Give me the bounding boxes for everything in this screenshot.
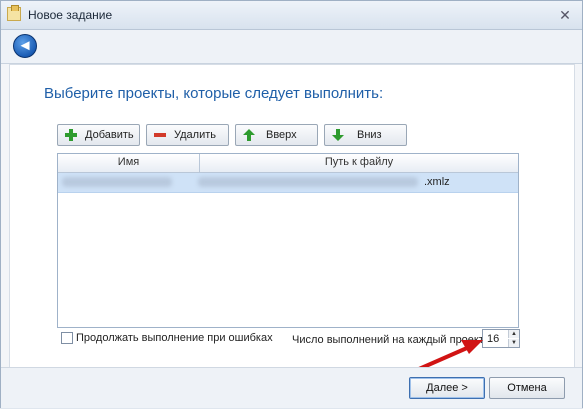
back-button[interactable]: ◄ (13, 34, 37, 58)
nav-toolbar: ◄ (1, 30, 582, 64)
folder-icon (7, 5, 21, 21)
move-down-button-label: Вниз (357, 129, 382, 141)
stepper-down-button[interactable]: ▼ (508, 339, 519, 347)
minus-icon (154, 133, 166, 137)
delete-button[interactable]: Удалить (146, 124, 229, 146)
cancel-button[interactable]: Отмена (489, 377, 565, 399)
grid-header: Имя Путь к файлу (58, 154, 518, 173)
delete-button-label: Удалить (174, 129, 216, 141)
add-button[interactable]: Добавить (57, 124, 140, 146)
plus-icon (65, 129, 77, 141)
window-title: Новое задание (28, 8, 113, 22)
down-arrow-icon (332, 129, 344, 141)
title-bar: Новое задание ✕ (1, 1, 582, 30)
wizard-content: Выберите проекты, которые следует выполн… (9, 64, 575, 368)
runs-per-project-stepper[interactable]: 16 ▲ ▼ (482, 329, 520, 348)
column-header-name[interactable]: Имя (58, 156, 199, 168)
runs-per-project-value[interactable]: 16 (487, 333, 499, 345)
stepper-up-button[interactable]: ▲ (508, 330, 519, 338)
move-up-button[interactable]: Вверх (235, 124, 318, 146)
runs-per-project-label: Число выполнений на каждый проект: (292, 334, 487, 346)
add-button-label: Добавить (85, 129, 134, 141)
close-button[interactable]: ✕ (557, 7, 573, 23)
column-header-path[interactable]: Путь к файлу (200, 156, 518, 168)
page-heading: Выберите проекты, которые следует выполн… (44, 85, 384, 102)
redacted-path (198, 177, 418, 187)
projects-grid[interactable]: Имя Путь к файлу .xmlz (57, 153, 519, 328)
path-cell-suffix: .xmlz (424, 176, 450, 188)
move-up-button-label: Вверх (266, 129, 297, 141)
dialog-window: Новое задание ✕ ◄ Выберите проекты, кото… (0, 0, 583, 408)
next-button[interactable]: Далее > (409, 377, 485, 399)
redacted-name (62, 177, 172, 187)
continue-on-error-label: Продолжать выполнение при ошибках (76, 332, 273, 344)
back-arrow-icon: ◄ (17, 37, 33, 54)
up-arrow-icon (243, 129, 255, 141)
continue-on-error-checkbox[interactable] (61, 332, 73, 344)
move-down-button[interactable]: Вниз (324, 124, 407, 146)
footer-bar: Далее > Отмена (1, 367, 582, 408)
table-row[interactable]: .xmlz (58, 173, 518, 193)
